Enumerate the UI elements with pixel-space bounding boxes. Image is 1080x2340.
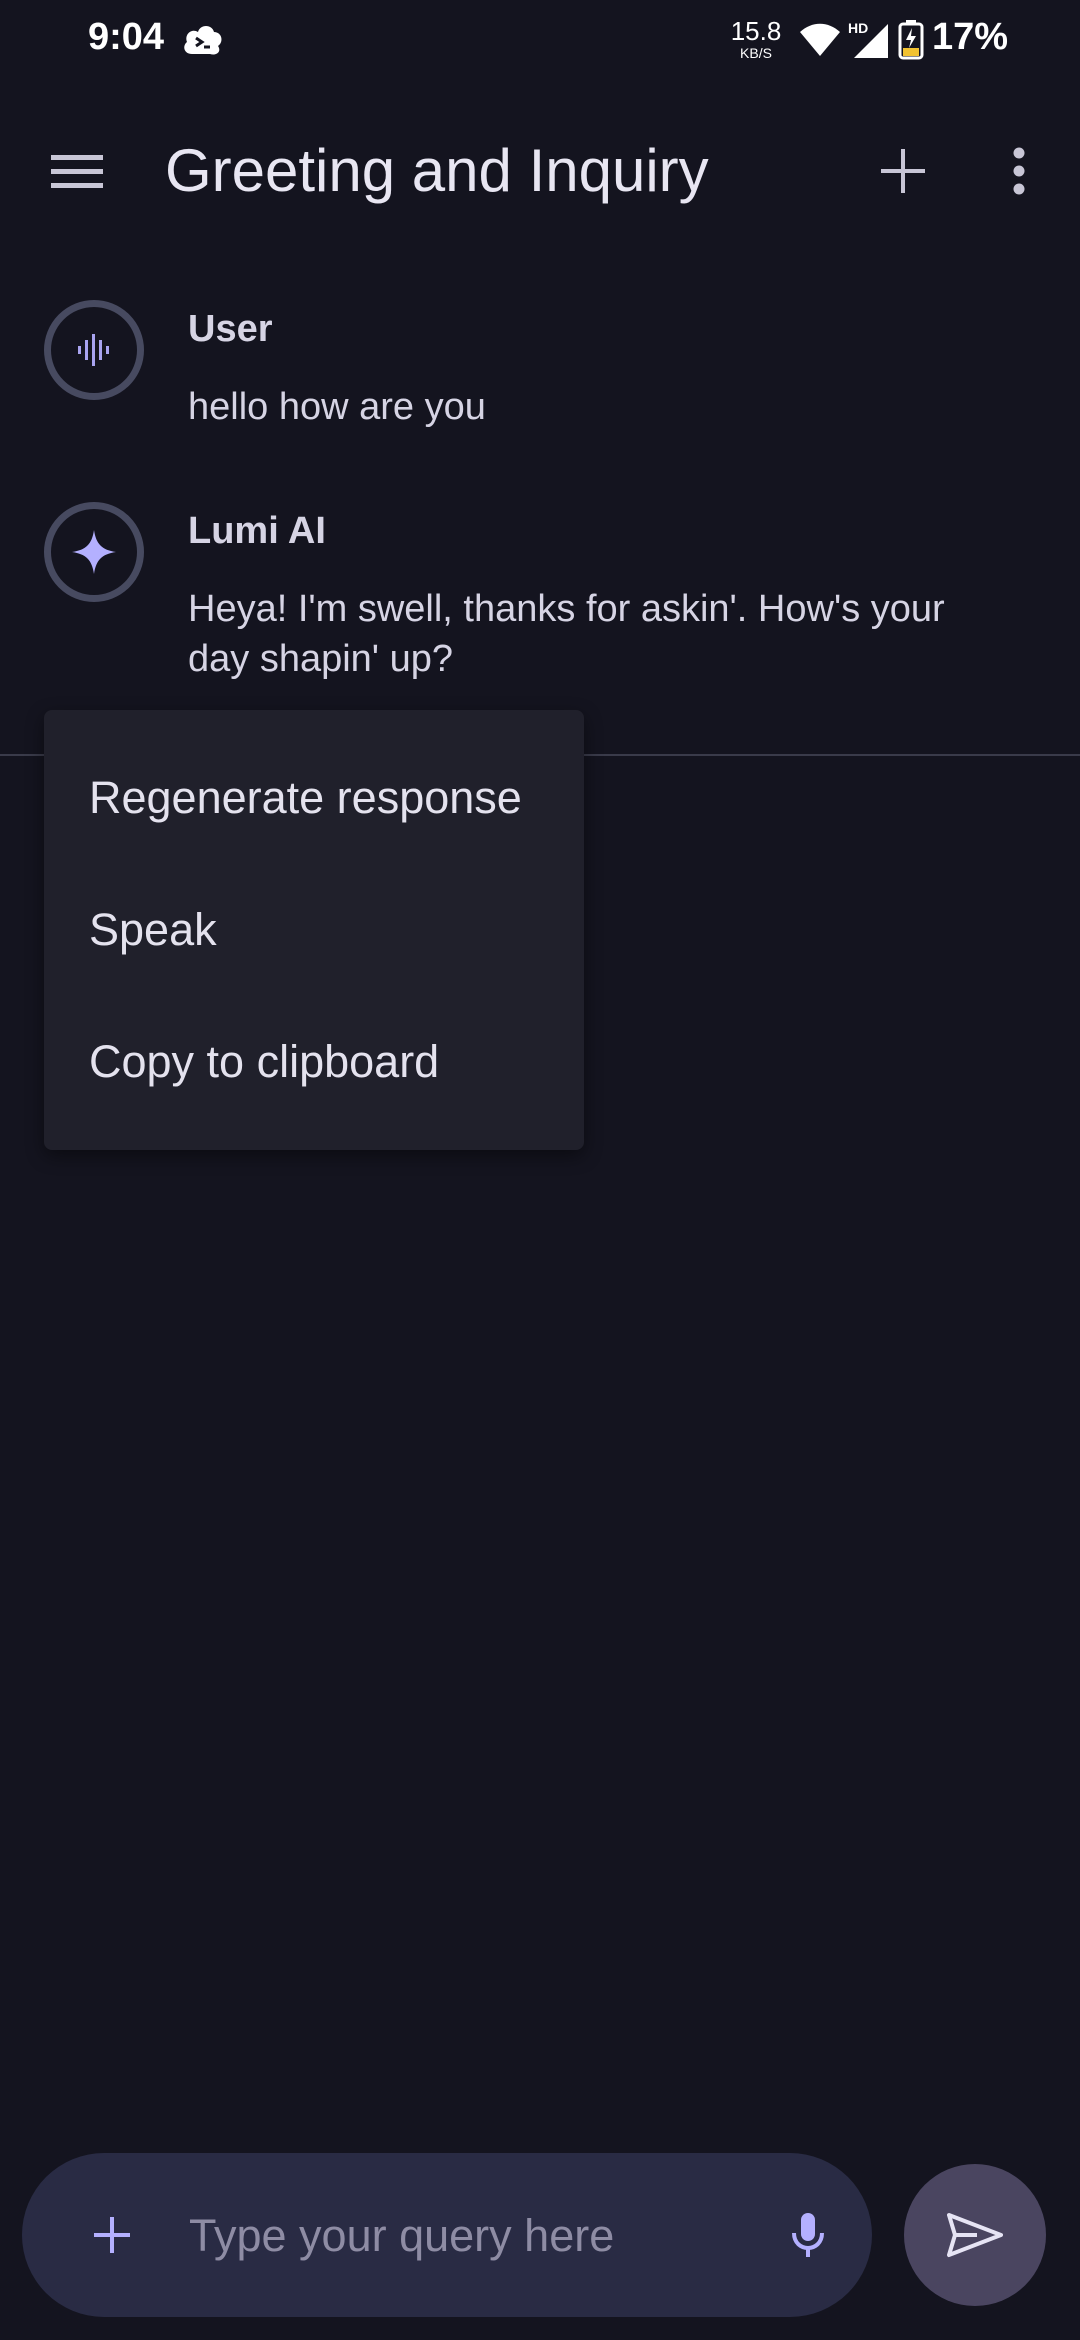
avatar-user	[44, 300, 144, 400]
sparkle-icon	[72, 530, 116, 574]
send-button[interactable]	[904, 2164, 1046, 2306]
new-chat-button[interactable]	[862, 130, 944, 212]
message-sender: Lumi AI	[188, 510, 326, 552]
message-text: hello how are you	[188, 386, 486, 428]
attach-button[interactable]	[72, 2195, 152, 2275]
network-speed-unit: KB/S	[740, 45, 772, 61]
message-assistant[interactable]: Lumi AI Heya! I'm swell, thanks for aski…	[0, 502, 1080, 692]
message-text: Heya! I'm swell, thanks for askin'. How'…	[188, 588, 945, 680]
battery-percent: 17%	[932, 16, 1009, 58]
battery-charging-icon	[898, 20, 924, 60]
menu-item-speak[interactable]: Speak	[44, 864, 584, 996]
status-bar: 9:04 15.8 KB/S HD 17%	[0, 0, 1080, 84]
plus-icon	[881, 149, 925, 193]
page-title: Greeting and Inquiry	[165, 137, 709, 204]
menu-item-copy-to-clipboard[interactable]: Copy to clipboard	[44, 996, 584, 1128]
screen: 9:04 15.8 KB/S HD 17% Greeting and Inqui…	[0, 0, 1080, 2340]
plus-icon	[94, 2217, 130, 2253]
message-sender: User	[188, 308, 273, 350]
voice-input-button[interactable]	[768, 2195, 848, 2275]
mic-icon	[792, 2213, 824, 2257]
top-app-bar: Greeting and Inquiry	[0, 100, 1080, 240]
network-speed: 15.8 KB/S	[726, 18, 786, 60]
status-time: 9:04	[88, 16, 165, 58]
network-speed-value: 15.8	[730, 16, 782, 46]
message-context-menu: Regenerate response Speak Copy to clipbo…	[44, 710, 584, 1150]
menu-item-regenerate-response[interactable]: Regenerate response	[44, 732, 584, 864]
query-input[interactable]	[187, 2193, 751, 2279]
menu-button[interactable]	[36, 130, 118, 212]
query-input-bar	[22, 2153, 872, 2317]
wifi-icon	[800, 23, 840, 56]
more-options-button[interactable]	[978, 130, 1060, 212]
message-user[interactable]: User hello how are you	[0, 300, 1080, 440]
cloud-app-icon	[184, 26, 222, 55]
avatar-assistant	[44, 502, 144, 602]
signal-icon	[854, 24, 888, 58]
more-vert-icon	[1013, 147, 1025, 195]
audio-waveform-icon	[78, 334, 109, 366]
hamburger-menu-icon	[51, 155, 103, 188]
send-icon	[947, 2213, 1003, 2257]
